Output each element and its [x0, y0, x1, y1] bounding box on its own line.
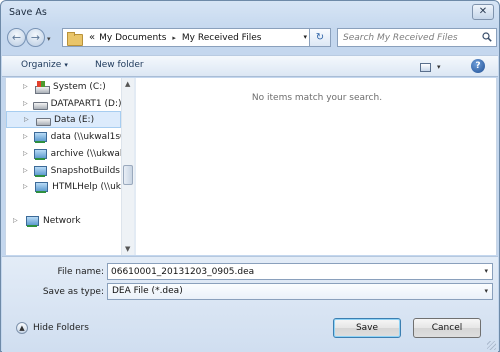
expand-icon[interactable]: ▷: [24, 116, 31, 123]
expand-icon[interactable]: ▷: [23, 150, 28, 157]
expand-icon[interactable]: ▷: [13, 217, 20, 224]
tree-item-data-network[interactable]: ▷ data (\\ukwal1s0: [6, 128, 121, 145]
tree-item-label: data (\\ukwal1s0: [50, 131, 121, 142]
network-drive-icon: [33, 181, 49, 193]
address-bar[interactable]: « My Documents ▸ My Received Files ▾: [62, 28, 310, 47]
new-folder-button[interactable]: New folder: [95, 60, 144, 70]
cancel-button[interactable]: Cancel: [413, 318, 481, 338]
search-input[interactable]: [343, 32, 481, 43]
navigation-tree: ▷ System (C:) ▷ DATAPART1 (D:) ▷ Data (E…: [6, 78, 135, 255]
save-button[interactable]: Save: [333, 318, 401, 338]
organize-button[interactable]: Organize ▾: [21, 60, 68, 70]
tree-item-label: SnapshotBuilds (: [50, 165, 121, 176]
recent-locations-dropdown-icon[interactable]: ▾: [47, 35, 51, 43]
network-drive-icon: [32, 148, 48, 160]
scroll-up-icon[interactable]: ▲: [125, 80, 130, 88]
title-bar: Save As ✕: [1, 1, 499, 25]
chevron-down-icon[interactable]: ▾: [484, 267, 488, 275]
drive-icon: [35, 114, 51, 126]
close-button[interactable]: ✕: [472, 4, 494, 20]
chevron-down-icon[interactable]: ▾: [484, 287, 488, 295]
search-icon: [482, 32, 492, 42]
save-as-dialog: Save As ✕ ← → ▾ « My Documents ▸ My Rece…: [0, 0, 500, 352]
breadcrumb-my-documents[interactable]: My Documents: [99, 33, 166, 43]
expand-icon[interactable]: ▷: [23, 183, 29, 190]
expand-icon[interactable]: ▷: [23, 167, 28, 174]
network-drive-icon: [32, 165, 48, 177]
organize-label: Organize: [21, 60, 62, 70]
save-as-type-label: Save as type:: [42, 287, 104, 297]
file-name-label: File name:: [57, 267, 104, 277]
breadcrumb-my-received-files[interactable]: My Received Files: [182, 33, 262, 43]
tree-item-data-e[interactable]: ▷ Data (E:): [6, 111, 121, 128]
tree-item-network[interactable]: ▷ Network: [6, 212, 121, 229]
forward-button[interactable]: →: [26, 28, 45, 47]
navigation-bar: ← → ▾ « My Documents ▸ My Received Files…: [5, 27, 497, 49]
tree-item-snapshotbuilds[interactable]: ▷ SnapshotBuilds (: [6, 162, 121, 179]
chevron-down-icon: ▾: [64, 61, 68, 69]
command-bar: Organize ▾ New folder ▾ ?: [2, 55, 498, 77]
file-name-combobox[interactable]: ▾: [107, 263, 493, 280]
resize-grip[interactable]: [487, 341, 496, 350]
breadcrumb-separator-icon[interactable]: ▸: [172, 34, 176, 42]
forward-arrow-icon: →: [30, 31, 41, 44]
tree-item-label: archive (\\ukwal1: [50, 148, 121, 159]
expand-icon[interactable]: ▷: [23, 133, 28, 140]
back-button[interactable]: ←: [7, 28, 26, 47]
folder-icon: [67, 31, 83, 46]
scrollbar-thumb[interactable]: [123, 165, 133, 185]
tree-item-label: HTMLHelp (\\uk: [52, 181, 121, 192]
help-button[interactable]: ?: [471, 59, 485, 73]
network-icon: [24, 215, 40, 227]
help-icon: ?: [475, 61, 481, 71]
chevron-up-icon: ▲: [16, 322, 28, 334]
refresh-icon: ↻: [315, 32, 325, 43]
refresh-button[interactable]: ↻: [310, 28, 331, 47]
tree-item-label: DATAPART1 (D:): [50, 98, 121, 109]
hide-folders-button[interactable]: ▲ Hide Folders: [16, 322, 89, 334]
tree-item-label: Network: [43, 215, 81, 226]
drive-icon: [32, 98, 48, 110]
chevron-down-icon: ▾: [437, 63, 441, 71]
save-as-type-select[interactable]: DEA File (*.dea) ▾: [107, 283, 493, 300]
network-drive-icon: [32, 131, 48, 143]
tree-item-datapart1-d[interactable]: ▷ DATAPART1 (D:): [6, 95, 121, 112]
tree-item-archive[interactable]: ▷ archive (\\ukwal1: [6, 145, 121, 162]
empty-results-message: No items match your search.: [251, 93, 383, 103]
close-icon: ✕: [478, 6, 488, 17]
tree-item-label: Data (E:): [54, 114, 95, 125]
browser-pane: ▷ System (C:) ▷ DATAPART1 (D:) ▷ Data (E…: [5, 78, 497, 255]
tree-item-system-c[interactable]: ▷ System (C:): [6, 78, 121, 95]
system-drive-icon: [34, 80, 50, 94]
expand-icon[interactable]: ▷: [23, 83, 30, 90]
tree-item-htmlhelp[interactable]: ▷ HTMLHelp (\\uk: [6, 178, 121, 195]
view-icon: [420, 62, 431, 72]
tree-scrollbar[interactable]: ▲ ▼: [121, 78, 134, 255]
search-box[interactable]: [337, 28, 497, 47]
file-name-input[interactable]: [108, 264, 468, 279]
pane-splitter[interactable]: [134, 78, 136, 255]
scroll-down-icon[interactable]: ▼: [125, 245, 130, 253]
tree-item-label: System (C:): [53, 81, 106, 92]
save-as-type-value: DEA File (*.dea): [112, 286, 183, 296]
change-view-button[interactable]: ▾: [420, 60, 444, 74]
dialog-title: Save As: [9, 7, 47, 18]
breadcrumb-overflow[interactable]: «: [89, 32, 95, 43]
save-options-panel: File name: ▾ Save as type: DEA File (*.d…: [2, 256, 498, 352]
expand-icon[interactable]: ▷: [23, 100, 28, 107]
address-dropdown-icon[interactable]: ▾: [303, 33, 307, 41]
hide-folders-label: Hide Folders: [33, 323, 89, 333]
back-arrow-icon: ←: [11, 31, 22, 44]
